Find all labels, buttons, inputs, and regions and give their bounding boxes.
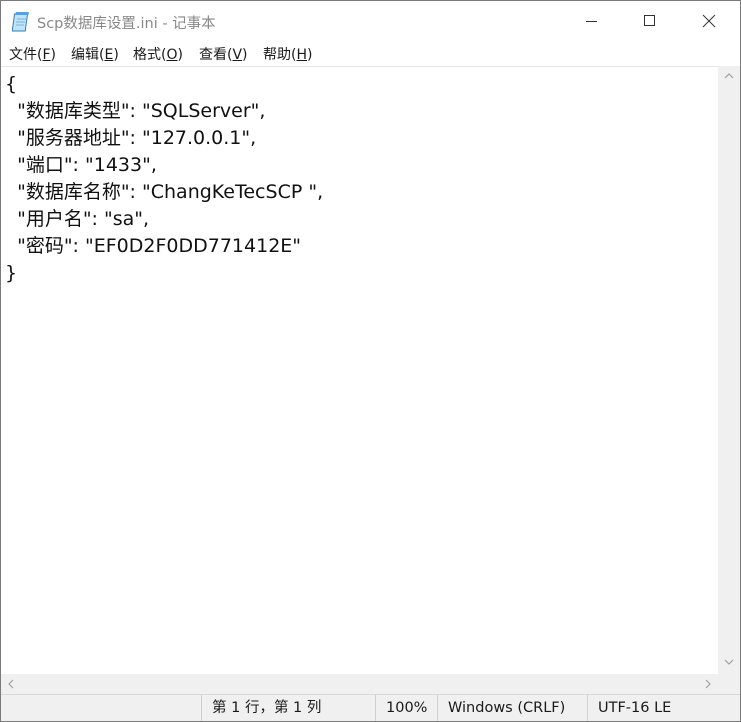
- scroll-up-button[interactable]: [718, 66, 740, 86]
- menu-format-paren: ): [177, 47, 183, 63]
- close-icon: [702, 14, 716, 28]
- maximize-button[interactable]: [621, 1, 679, 41]
- editor-line[interactable]: "端口": "1433",: [5, 152, 323, 179]
- zoom-level: 100%: [375, 695, 437, 721]
- cursor-position: 第 1 行，第 1 列: [201, 695, 375, 721]
- menu-format-label: 格式(: [133, 47, 167, 63]
- chevron-left-icon: [8, 679, 14, 689]
- menu-view-accelerator: V: [232, 47, 243, 63]
- notepad-icon: [11, 11, 32, 33]
- maximize-icon: [644, 15, 655, 26]
- notepad-window: Scp数据库设置.ini - 记事本 文件(F) 编辑(E) 格式(O) 查看(…: [0, 0, 741, 722]
- menu-edit-label: 编辑(: [71, 47, 105, 63]
- minimize-icon: [586, 21, 597, 22]
- scrollbar-corner: [718, 674, 740, 694]
- minimize-button[interactable]: [563, 1, 621, 41]
- menu-file-paren: ): [50, 47, 56, 63]
- editor-line[interactable]: "用户名": "sa",: [5, 206, 323, 233]
- menu-file[interactable]: 文件(F): [9, 44, 56, 64]
- line-ending: Windows (CRLF): [437, 695, 587, 721]
- editor-line[interactable]: "密码": "EF0D2F0DD771412E": [5, 233, 323, 260]
- title-bar[interactable]: Scp数据库设置.ini - 记事本: [1, 1, 740, 41]
- menu-view[interactable]: 查看(V): [199, 44, 248, 64]
- status-bar: 第 1 行，第 1 列 100% Windows (CRLF) UTF-16 L…: [1, 694, 740, 721]
- encoding: UTF-16 LE: [587, 695, 740, 721]
- editor-line[interactable]: "数据库名称": "ChangKeTecSCP ",: [5, 179, 323, 206]
- menu-edit[interactable]: 编辑(E): [71, 44, 119, 64]
- menu-edit-accelerator: E: [104, 47, 114, 63]
- editor-line[interactable]: {: [5, 71, 323, 98]
- menu-format[interactable]: 格式(O): [133, 44, 183, 64]
- close-button[interactable]: [680, 1, 738, 41]
- menu-help-label: 帮助(: [263, 47, 297, 63]
- scroll-right-button[interactable]: [698, 674, 718, 694]
- text-editor[interactable]: { "数据库类型": "SQLServer", "服务器地址": "127.0.…: [1, 66, 718, 675]
- scroll-down-button[interactable]: [718, 652, 740, 672]
- menu-help[interactable]: 帮助(H): [263, 44, 312, 64]
- menu-file-accelerator: F: [42, 47, 51, 63]
- chevron-down-icon: [724, 659, 734, 665]
- menu-help-paren: ): [307, 47, 313, 63]
- chevron-right-icon: [705, 679, 711, 689]
- menu-bar: 文件(F) 编辑(E) 格式(O) 查看(V) 帮助(H): [1, 41, 740, 66]
- editor-content[interactable]: { "数据库类型": "SQLServer", "服务器地址": "127.0.…: [5, 71, 323, 287]
- menu-help-accelerator: H: [296, 47, 307, 63]
- menu-view-paren: ): [242, 47, 248, 63]
- editor-line[interactable]: }: [5, 260, 323, 287]
- editor-line[interactable]: "数据库类型": "SQLServer",: [5, 98, 323, 125]
- vertical-scrollbar[interactable]: [718, 66, 740, 674]
- window-title: Scp数据库设置.ini - 记事本: [37, 16, 216, 32]
- menu-view-label: 查看(: [199, 47, 233, 63]
- menu-file-label: 文件(: [9, 47, 43, 63]
- horizontal-scrollbar[interactable]: [1, 674, 718, 694]
- chevron-up-icon: [724, 73, 734, 79]
- menu-format-accelerator: O: [166, 47, 178, 63]
- scroll-left-button[interactable]: [1, 674, 21, 694]
- menu-edit-paren: ): [113, 47, 119, 63]
- editor-line[interactable]: "服务器地址": "127.0.0.1",: [5, 125, 323, 152]
